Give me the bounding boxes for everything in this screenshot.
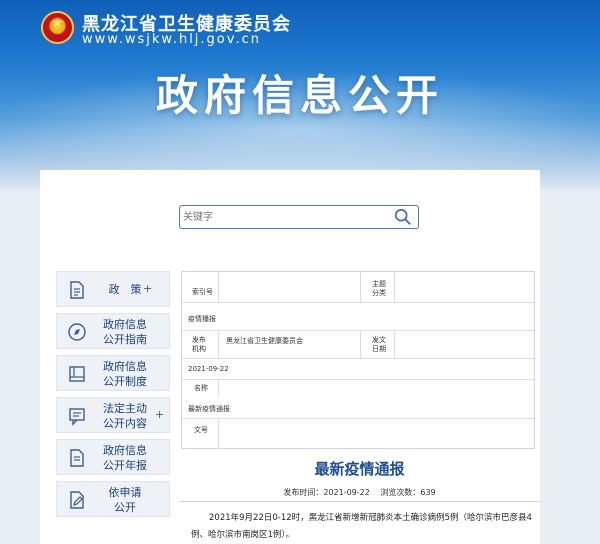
message-icon [69, 408, 85, 426]
table-divider [182, 418, 534, 419]
category-value: 疫情播报 [188, 315, 216, 323]
menu-label-line2: 公开指南 [103, 333, 147, 346]
menu-item-annual-report[interactable]: 政府信息 公开年报 [56, 439, 170, 475]
menu-label-line1: 依申请 [108, 486, 142, 499]
menu-label: 政府信息 公开年报 [95, 443, 155, 473]
menu-label-line2: 公开 [114, 501, 136, 514]
publisher-value: 黑龙江省卫生健康委员会 [226, 337, 303, 345]
book-icon [69, 366, 85, 382]
menu-label-line1: 法定主动 [103, 402, 147, 415]
main-card: 政 策 + 政府信息 公开指南 政府信息 公开制度 [40, 170, 540, 544]
menu-label-line1: 政府信息 [103, 444, 147, 457]
search-icon[interactable] [394, 208, 412, 226]
table-divider [394, 272, 395, 302]
menu-label: 依申请 公开 [95, 485, 155, 515]
expand-icon[interactable]: + [143, 283, 152, 295]
article-title: 最新疫情通报 [314, 460, 405, 478]
menu-item-statutory[interactable]: 法定主动 公开内容 + [56, 397, 170, 433]
name-value: 最新疫情通报 [188, 405, 230, 413]
menu-item-guide[interactable]: 政府信息 公开指南 [56, 313, 170, 349]
menu-item-policy[interactable]: 政 策 + [56, 271, 170, 307]
menu-item-system[interactable]: 政府信息 公开制度 [56, 355, 170, 391]
menu-label-line2: 公开内容 [103, 417, 147, 430]
article-body: 2021年9月22日0-12时，黑龙江省新增新冠肺炎本土确诊病例5例（哈尔滨市巴… [191, 513, 532, 540]
publish-time: 发布时间：2021-09-22 [283, 488, 370, 497]
article-meta: 发布时间：2021-09-22 浏览次数：639 [179, 487, 540, 498]
table-divider [394, 330, 395, 358]
date-value: 2021-09-22 [188, 365, 229, 373]
menu-label-line1: 政府信息 [103, 360, 147, 373]
report-icon [70, 449, 84, 467]
metadata-table: 索引号 主题分类 疫情播报 发布机构 黑龙江省卫生健康委员会 发文日期 2021… [181, 271, 535, 449]
table-divider [360, 272, 361, 302]
date-label: 发文日期 [372, 336, 386, 353]
site-url: www.wsjkw.hlj.gov.cn [82, 32, 261, 47]
menu-label: 政府信息 公开制度 [95, 359, 155, 389]
menu-label: 政府信息 公开指南 [95, 317, 155, 347]
table-divider [360, 330, 361, 358]
page-title: 政府信息公开 [155, 71, 444, 120]
publisher-label: 发布机构 [192, 336, 206, 353]
expand-icon[interactable]: + [155, 409, 164, 421]
search-box [179, 205, 419, 229]
table-divider [182, 330, 534, 331]
index-label: 索引号 [192, 288, 213, 296]
document-icon [70, 281, 84, 299]
menu-label-line2: 公开制度 [103, 375, 147, 388]
compass-icon [68, 323, 86, 341]
menu-item-by-application[interactable]: 依申请 公开 [56, 481, 170, 517]
article-divider [179, 501, 540, 502]
content-area: 索引号 主题分类 疫情播报 发布机构 黑龙江省卫生健康委员会 发文日期 2021… [179, 271, 540, 540]
table-divider [218, 330, 219, 358]
header-banner: ★ 黑龙江省卫生健康委员会 www.wsjkw.hlj.gov.cn 政府信息公… [0, 0, 600, 190]
table-divider [182, 379, 534, 380]
category-label: 主题分类 [372, 280, 386, 297]
doc-no-label: 文号 [194, 426, 208, 434]
table-divider [182, 358, 534, 359]
name-label: 名称 [194, 384, 208, 392]
search-input[interactable] [183, 208, 383, 226]
table-divider [218, 418, 219, 449]
edit-document-icon [70, 491, 84, 509]
menu-label-line2: 公开年报 [103, 459, 147, 472]
table-divider [218, 379, 219, 397]
national-emblem-icon: ★ [41, 11, 74, 44]
side-menu: 政 策 + 政府信息 公开指南 政府信息 公开制度 法定主动 公开内容 + 政府… [56, 271, 170, 523]
table-divider [218, 272, 219, 302]
view-count: 浏览次数：639 [380, 488, 436, 497]
menu-label-line1: 政府信息 [103, 318, 147, 331]
menu-label: 法定主动 公开内容 [95, 401, 155, 431]
table-divider [182, 302, 534, 303]
